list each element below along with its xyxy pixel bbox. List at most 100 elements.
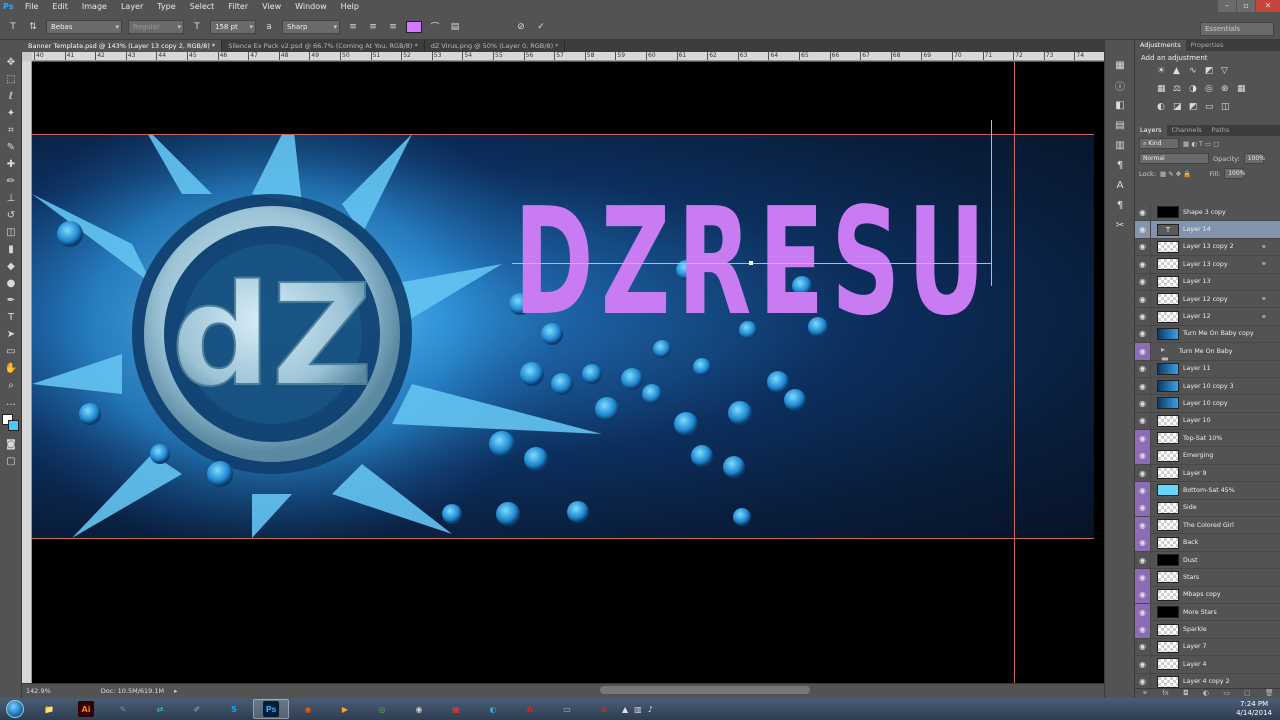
taskbar-app-button[interactable]: A [512,699,548,719]
taskbar-app-button[interactable]: ◉ [401,699,437,719]
taskbar-app-button[interactable]: ⊛ [586,699,622,719]
swatches-icon[interactable]: ▤ [1112,118,1128,132]
shape-tool-icon[interactable]: ▭ [3,344,19,358]
ruler-corner[interactable] [22,52,32,61]
blend-mode-select[interactable]: Normal [1139,153,1209,164]
stamp-tool-icon[interactable]: ⊥ [3,191,19,205]
clock[interactable]: 7:24 PM 4/14/2014 [1236,700,1280,718]
layer-row[interactable]: ◉ Back [1135,534,1280,552]
font-style-select[interactable]: Regular [128,19,184,34]
taskbar-app-button[interactable]: ◉ [290,699,326,719]
kind-filter-select[interactable]: ⌕ Kind [1139,138,1179,149]
layer-row[interactable]: ◉ Mbaps copy [1135,586,1280,604]
info-icon[interactable]: ⓘ [1112,78,1128,93]
history-icon[interactable]: ▦ [1112,58,1128,72]
menu-edit[interactable]: Edit [45,0,75,14]
color-swatches[interactable] [1,413,21,433]
gradient-map-icon[interactable]: ▭ [1205,102,1215,112]
visibility-eye-icon[interactable]: ◉ [1135,290,1151,308]
layer-row[interactable]: ◉ Top-Sat 10% [1135,429,1280,448]
menu-type[interactable]: Type [150,0,182,14]
visibility-eye-icon[interactable]: ◉ [1135,447,1151,465]
photo-filter-icon[interactable]: ◎ [1205,84,1215,94]
menu-filter[interactable]: Filter [221,0,255,14]
new-group-icon[interactable]: ▭ [1223,689,1230,698]
layer-row[interactable]: ◉ T Layer 14 [1135,221,1280,239]
tab-dz-virus[interactable]: dZ Virus.png @ 50% (Layer 0, RGB/8) * [425,40,566,52]
selective-color-icon[interactable]: ◫ [1221,102,1231,112]
visibility-eye-icon[interactable]: ◉ [1135,586,1151,604]
layer-row[interactable]: ◉ Emerging [1135,447,1280,465]
eyedropper-tool-icon[interactable]: ✎ [3,140,19,154]
taskbar-app-button[interactable]: Ai [68,699,104,719]
styles-icon[interactable]: ▥ [1112,138,1128,152]
guide-top[interactable] [32,134,1094,135]
layer-row[interactable]: ◉ Stars [1135,568,1280,587]
font-family-select[interactable]: Bebas [46,19,122,34]
taskbar-app-button[interactable]: Ps [253,699,289,719]
visibility-eye-icon[interactable]: ◉ [1135,273,1151,291]
taskbar-app-button[interactable]: ◎ [364,699,400,719]
visibility-eye-icon[interactable]: ◉ [1135,221,1151,239]
visibility-eye-icon[interactable]: ◉ [1135,638,1151,656]
mask-icon[interactable]: ◘ [1183,689,1189,698]
ruler-left[interactable] [22,61,32,683]
tab-channels[interactable]: Channels [1167,125,1207,136]
menu-file[interactable]: File [18,0,45,14]
visibility-eye-icon[interactable]: ◉ [1135,621,1151,639]
gradient-tool-icon[interactable]: ▮ [3,242,19,256]
screen-mode-icon[interactable]: ▢ [3,454,19,468]
taskbar-app-button[interactable]: ✐ [179,699,215,719]
hue-sat-icon[interactable]: ▦ [1157,84,1167,94]
close-icon[interactable]: ✕ [1256,0,1280,12]
pen-tool-icon[interactable]: ✒ [3,293,19,307]
tab-layers[interactable]: Layers [1135,125,1167,136]
move-tool-icon[interactable]: ✥ [3,55,19,69]
filter-icons[interactable]: ▦ ◐ T ▭ ▢ [1183,140,1219,148]
taskbar-app-button[interactable]: ▦ [438,699,474,719]
cancel-edit-icon[interactable]: ⊘ [514,20,528,34]
taskbar-app-button[interactable]: ✎ [105,699,141,719]
workspace-select[interactable]: Essentials [1200,22,1274,36]
brush-tool-icon[interactable]: ✏ [3,174,19,188]
levels-icon[interactable]: ▲ [1173,66,1183,76]
layer-row[interactable]: ◉ More Stars [1135,603,1280,622]
visibility-eye-icon[interactable]: ◉ [1135,377,1151,395]
fx-icon[interactable]: fx [1162,689,1169,698]
toggle-text-orientation-icon[interactable]: ⇅ [26,20,40,34]
menu-image[interactable]: Image [75,0,114,14]
eraser-tool-icon[interactable]: ◫ [3,225,19,239]
canvas-area[interactable]: dZ DZRESU [32,62,1104,683]
align-left-icon[interactable]: ≡ [346,20,360,34]
layer-row[interactable]: ◉ Layer 12 ⚭ [1135,308,1280,326]
tools-settings-icon[interactable]: ✂ [1112,218,1128,232]
visibility-eye-icon[interactable]: ◉ [1135,499,1151,517]
visibility-eye-icon[interactable]: ◉ [1135,551,1151,569]
guide-right[interactable] [1014,62,1015,683]
zoom-tool-icon[interactable]: ⌕ [3,378,19,392]
commit-edit-icon[interactable]: ✓ [534,20,548,34]
visibility-eye-icon[interactable]: ◉ [1135,673,1151,688]
horizontal-scrollbar[interactable] [600,686,810,694]
antialias-select[interactable]: Sharp [282,19,340,34]
layer-row[interactable]: ◉ Layer 4 copy 2 [1135,673,1280,688]
blur-tool-icon[interactable]: ◆ [3,259,19,273]
layer-row[interactable]: ◉ Layer 4 [1135,655,1280,674]
layer-row[interactable]: ◉ Side [1135,499,1280,518]
layer-row[interactable]: ◉ Layer 10 copy 3 [1135,377,1280,396]
menu-view[interactable]: View [255,0,288,14]
visibility-eye-icon[interactable]: ◉ [1135,516,1151,534]
taskbar-app-button[interactable]: S [216,699,252,719]
lock-icons[interactable]: ▦ ✎ ✥ 🔒 [1160,170,1191,178]
visibility-eye-icon[interactable]: ◉ [1135,655,1151,673]
exposure-icon[interactable]: ◩ [1205,66,1215,76]
vibrance-icon[interactable]: ▽ [1221,66,1231,76]
delete-layer-icon[interactable]: 🗑 [1265,689,1274,698]
layer-row[interactable]: ◉ Layer 13 copy 2 ⚭ [1135,238,1280,257]
visibility-eye-icon[interactable]: ◉ [1135,342,1151,360]
layer-row[interactable]: ◉ Bottom-Sat 45% [1135,481,1280,500]
color-icon[interactable]: ◧ [1112,98,1128,112]
warp-text-icon[interactable]: ⌒ [428,20,442,34]
character-panel-icon[interactable]: ▤ [448,20,462,34]
layer-row[interactable]: ◉ Shape 3 copy [1135,204,1280,222]
